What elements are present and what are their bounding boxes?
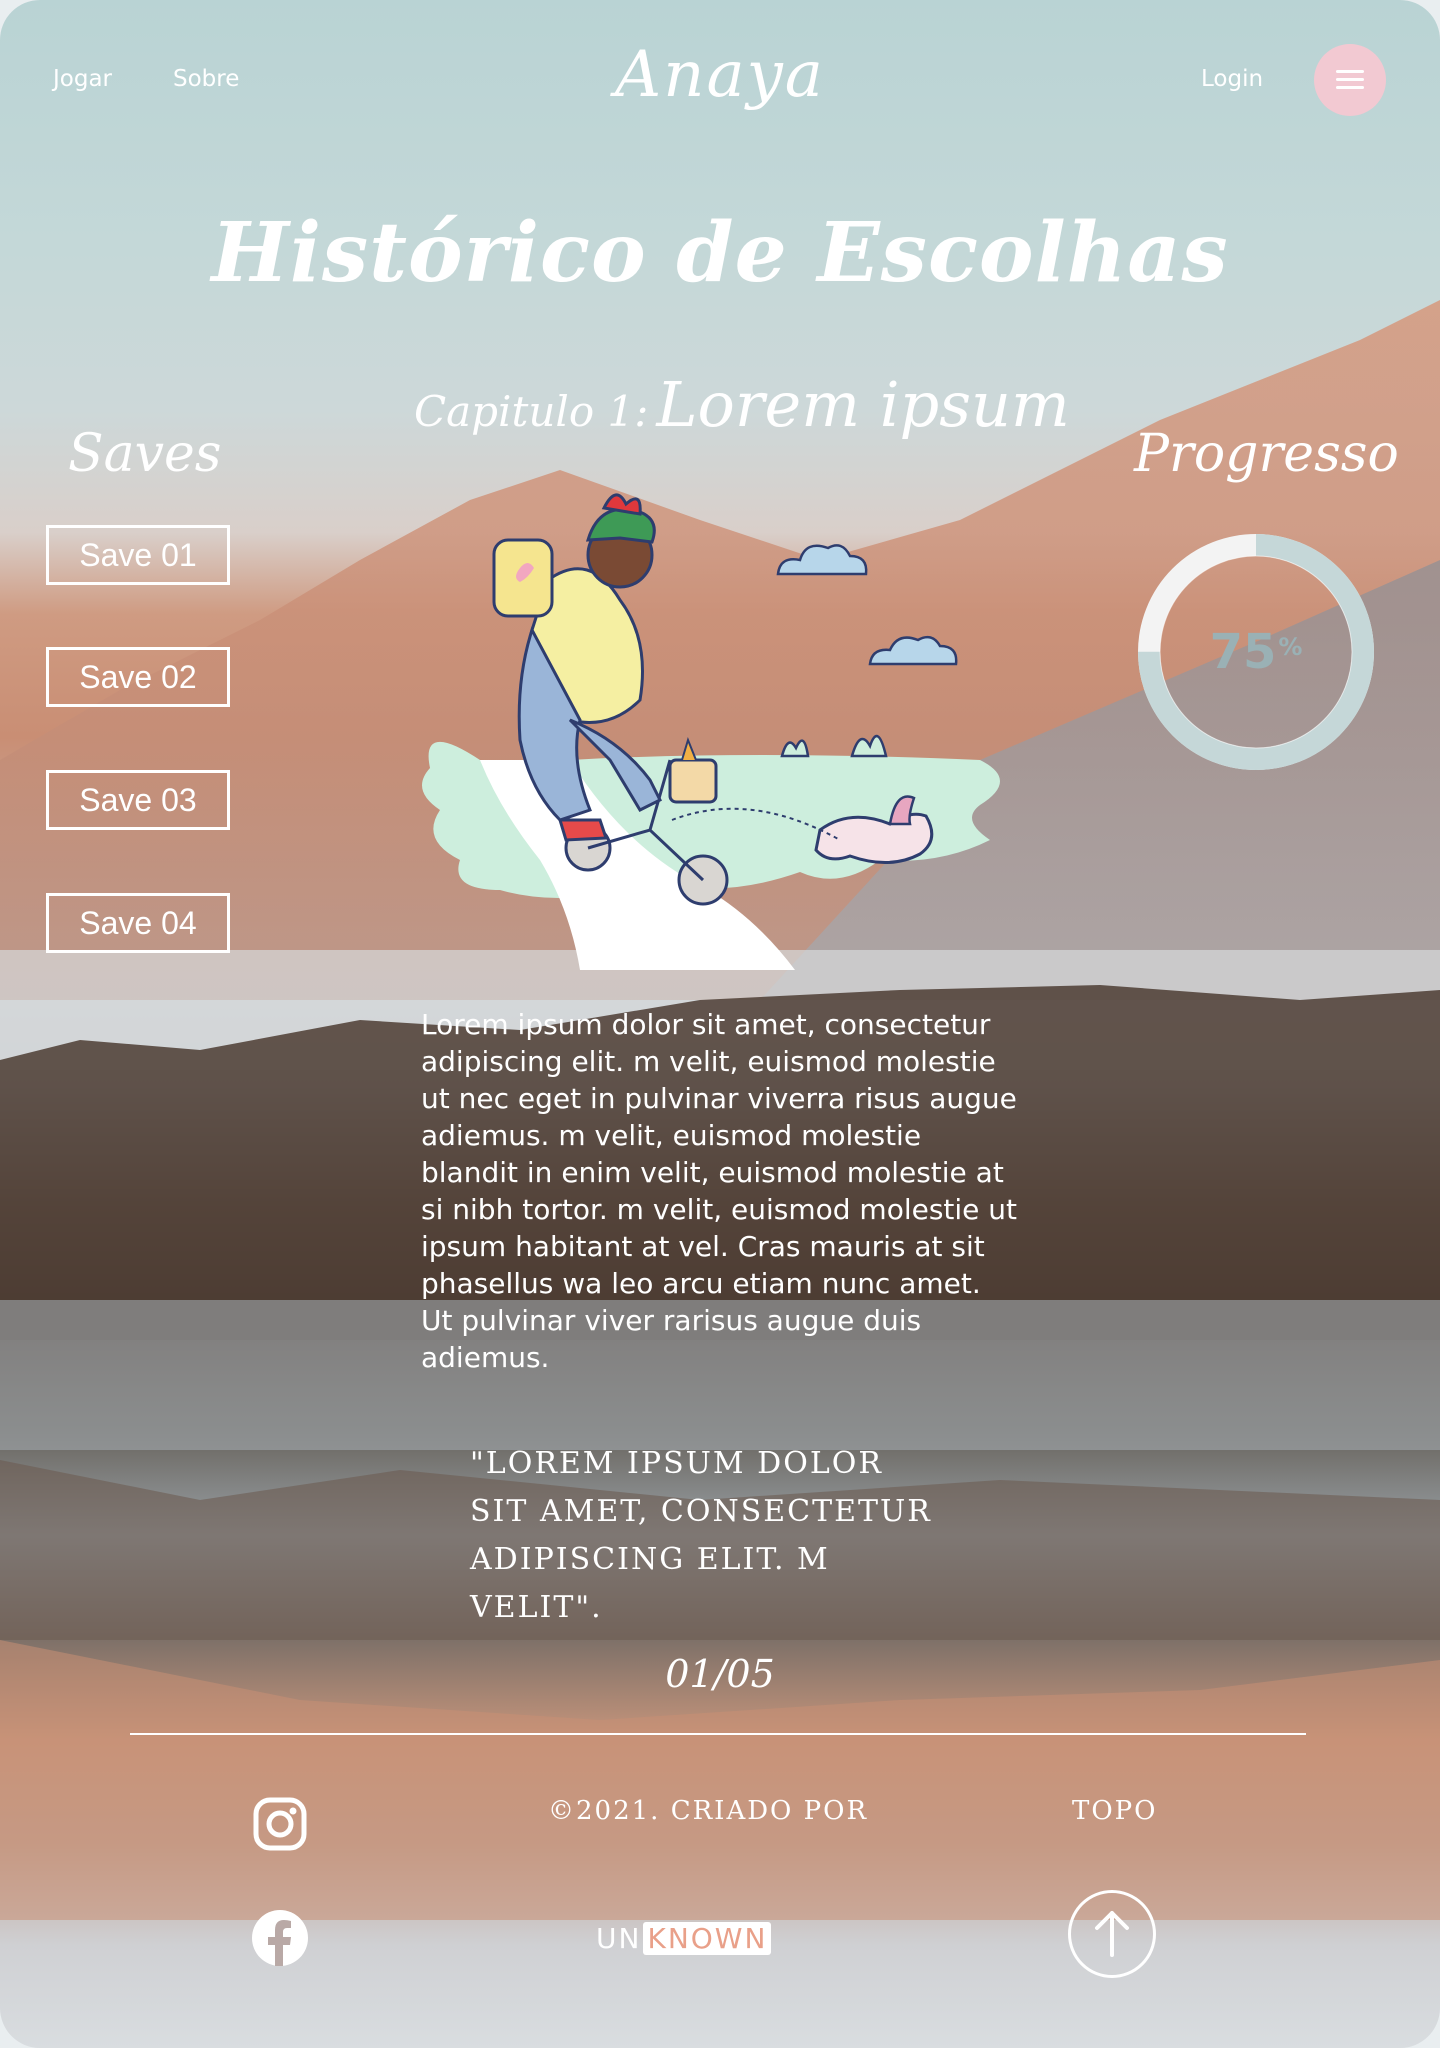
menu-button[interactable]: [1314, 44, 1386, 116]
chapter-prefix: Capitulo 1:: [414, 387, 649, 436]
page-counter: 01/05: [665, 1652, 775, 1696]
chapter-quote: "Lorem ipsum dolor sit amet, consectetur…: [470, 1446, 932, 1625]
page-frame: Jogar Sobre Anaya Login Histórico de Esc…: [0, 0, 1440, 2048]
menu-icon-bar: [1336, 78, 1364, 81]
brand-un: UN: [596, 1921, 642, 1955]
chapter-illustration: [422, 493, 1000, 970]
save-button-01[interactable]: Save 01: [46, 525, 230, 585]
page-title: Histórico de Escolhas: [211, 205, 1229, 301]
nav-link-login[interactable]: Login: [1201, 66, 1263, 92]
facebook-icon[interactable]: [251, 1909, 309, 1967]
menu-icon: [1336, 70, 1364, 73]
progress-label: 75%: [1136, 532, 1376, 772]
save-button-04[interactable]: Save 04: [46, 893, 230, 953]
progress-value: 75: [1209, 624, 1277, 680]
progress-ring: 75%: [1136, 532, 1376, 772]
save-button-03[interactable]: Save 03: [46, 770, 230, 830]
footer-top-label[interactable]: Topo: [1072, 1796, 1157, 1826]
unknown-brand-logo[interactable]: UN KNOWN: [596, 1918, 772, 1958]
chapter-heading: Capitulo 1: Lorem ipsum: [414, 368, 1070, 441]
instagram-icon[interactable]: [251, 1795, 309, 1853]
arrow-up-icon: [1095, 1911, 1129, 1957]
progress-unit: %: [1278, 633, 1303, 661]
saves-title: Saves: [68, 424, 222, 484]
footer-divider: [130, 1733, 1306, 1735]
progress-title: Progresso: [1134, 424, 1399, 484]
chapter-title: Lorem ipsum: [656, 368, 1070, 441]
chapter-body-text: Lorem ipsum dolor sit amet, consectetur …: [421, 1008, 1018, 1374]
save-button-02[interactable]: Save 02: [46, 647, 230, 707]
back-to-top-button[interactable]: [1068, 1890, 1156, 1978]
menu-icon-bar: [1336, 86, 1364, 89]
brand-known: KNOWN: [643, 1921, 772, 1955]
footer-copyright: ©2021. Criado por: [548, 1796, 869, 1826]
